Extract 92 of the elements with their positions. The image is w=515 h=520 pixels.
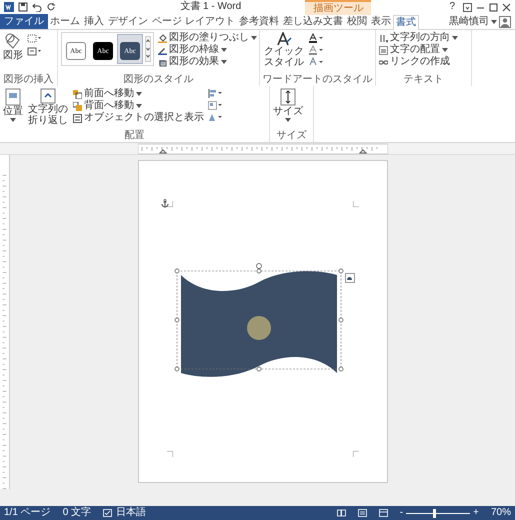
link-icon [379, 58, 388, 66]
zoom-in-button[interactable]: + [473, 506, 479, 520]
close-icon [502, 2, 511, 12]
page-count: 1/1 ページ [4, 506, 51, 520]
ribbon-tab[interactable]: 書式 [392, 15, 419, 30]
selection-pane-icon [73, 114, 82, 122]
caret-icon [10, 118, 16, 122]
align-icon [208, 89, 222, 98]
ribbon-tab[interactable]: 校閲 [344, 14, 369, 29]
redo-icon [46, 2, 56, 12]
quick-styles-button[interactable]: クイックスタイル [263, 32, 305, 68]
caret-icon [136, 92, 142, 96]
ribbon-command[interactable]: 図形の効果 [158, 56, 257, 68]
bring-forward-icon [73, 90, 82, 98]
group-label: サイズ [276, 130, 308, 142]
edit-shape-icon [27, 34, 41, 43]
caret-icon [221, 48, 227, 52]
caret-icon [491, 20, 497, 24]
contextual-tab-label: 描画ツール [305, 0, 372, 14]
ribbon-tab[interactable]: デザイン [106, 14, 150, 29]
shapes-button[interactable]: 図形 [3, 32, 23, 62]
undo-icon [32, 2, 42, 12]
highlight-circle [246, 315, 272, 341]
wordart-a-icon [276, 32, 292, 46]
text-box-icon [27, 47, 41, 56]
caret-icon [221, 60, 227, 64]
size-button[interactable]: サイズ [273, 88, 303, 122]
word-count: 0 文字 [62, 506, 92, 520]
rotate-icon [208, 113, 222, 122]
ribbon-command[interactable]: オブジェクトの選択と表示 [73, 112, 204, 124]
window-title: 文書 1 - Word [180, 0, 242, 14]
align-text-icon [379, 46, 388, 54]
shape-effects-icon [158, 58, 167, 66]
group-label: ワードアートのスタイル [262, 74, 374, 86]
paint-bucket-icon [158, 34, 167, 42]
maximize-icon [489, 2, 498, 12]
zoom-level: 70% [490, 506, 511, 520]
language-indicator: 日本語 [116, 506, 146, 520]
size-icon [280, 88, 296, 106]
pen-icon [158, 46, 167, 54]
crop-mark [352, 451, 358, 457]
ribbon-tab[interactable]: ページ レイアウト [150, 14, 237, 29]
ribbon-tab[interactable]: 差し込み文書 [280, 14, 345, 29]
layout-options-button[interactable] [344, 273, 354, 283]
position-icon [5, 88, 21, 106]
ribbon-tab[interactable]: 挿入 [82, 14, 106, 29]
user-account-button[interactable]: 黒崎慎司 [449, 15, 499, 29]
group-label: 配置 [124, 130, 146, 142]
avatar-icon [499, 16, 511, 28]
group-icon [208, 101, 222, 110]
anchor-icon [160, 199, 168, 208]
print-layout-icon [358, 509, 367, 517]
caret-icon [452, 36, 458, 40]
zoom-slider-thumb[interactable] [433, 508, 436, 518]
ribbon-command[interactable]: 文字の配置 [379, 44, 458, 56]
ribbon-command[interactable]: 文字列の方向 [379, 32, 458, 44]
read-mode-icon [336, 509, 346, 517]
ribbon-command[interactable]: リンクの作成 [379, 56, 458, 68]
wrap-text-icon [40, 88, 56, 104]
text-fill-icon [309, 33, 323, 43]
ribbon-tab[interactable]: ホーム [48, 14, 82, 29]
ribbon-tab[interactable]: 表示 [368, 14, 393, 29]
caret-icon [251, 36, 257, 40]
ribbon-command[interactable]: 図形の枠線 [158, 44, 257, 56]
ribbon-display-icon [463, 2, 472, 12]
file-button[interactable]: ファイル [0, 14, 48, 29]
shapes-icon [4, 32, 22, 50]
ribbon-command[interactable]: 前面へ移動 [73, 88, 204, 100]
caret-icon [136, 104, 142, 108]
help-button[interactable]: ? [445, 1, 459, 13]
web-layout-icon [378, 509, 388, 517]
position-button[interactable]: 位置 [3, 88, 23, 122]
wrap-text-button[interactable]: 文字列の折り返し [27, 88, 69, 126]
caret-icon [285, 118, 291, 122]
crop-mark [352, 201, 358, 207]
group-label: テキスト [402, 74, 444, 86]
ribbon-command[interactable]: 背面へ移動 [73, 100, 204, 112]
proofing-icon [103, 509, 112, 517]
text-direction-icon [379, 34, 388, 42]
group-label: 図形のスタイル [122, 74, 194, 86]
ribbon-tab[interactable]: 参考資料 [236, 14, 281, 29]
text-outline-icon [309, 45, 323, 55]
group-label: 図形の挿入 [2, 74, 54, 86]
zoom-out-button[interactable]: - [400, 506, 404, 520]
ribbon-command[interactable]: 図形の塗りつぶし [158, 32, 257, 44]
layout-options-icon [346, 275, 353, 281]
caret-icon [442, 48, 448, 52]
word-icon [4, 2, 14, 12]
text-effects-icon [309, 57, 323, 67]
send-backward-icon [73, 102, 82, 110]
save-icon [18, 2, 28, 12]
gallery-scroll-icon [145, 36, 151, 62]
